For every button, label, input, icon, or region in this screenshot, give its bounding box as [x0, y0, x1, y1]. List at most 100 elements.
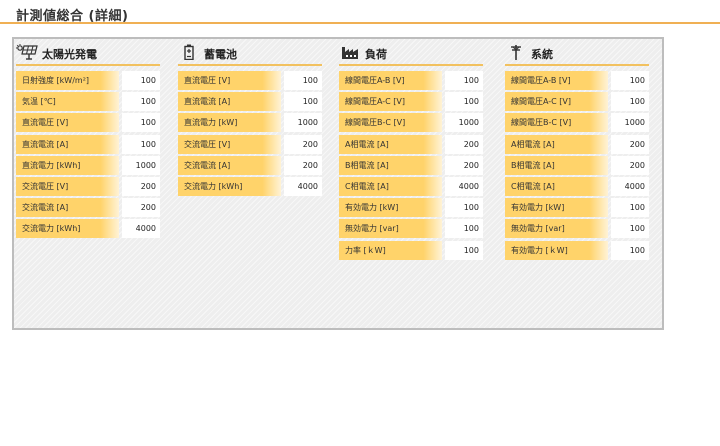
row-label: 有効電力 [kW]	[339, 198, 442, 218]
table-row: A相電流 [A] 200	[505, 134, 649, 154]
row-value: 4000	[445, 176, 483, 196]
row-label: 線間電圧B-C [V]	[505, 113, 608, 133]
table-row: 交流電力 [kWh] 4000	[178, 176, 322, 196]
row-label: 直流電力 [kWh]	[16, 155, 119, 175]
row-label: 有効電力 [ｋW]	[505, 240, 608, 260]
table-row: 直流電圧 [V] 100	[178, 71, 322, 90]
row-value: 200	[122, 176, 160, 196]
section-solar-title: 太陽光発電	[42, 48, 97, 61]
table-row: 交流電力 [kWh] 4000	[16, 219, 160, 239]
table-row: 直流電力 [kWh] 1000	[16, 155, 160, 175]
row-label: 有効電力 [kW]	[505, 198, 608, 218]
table-row: 力率 [ｋW] 100	[339, 240, 483, 260]
table-row: 無効電力 [var] 100	[339, 219, 483, 239]
row-label: 線間電圧A-C [V]	[339, 92, 442, 112]
row-value: 100	[611, 240, 649, 260]
row-value: 200	[284, 134, 322, 154]
section-battery-header: 蓄電池	[178, 42, 322, 66]
row-value: 1000	[445, 113, 483, 133]
row-label: 線間電圧A-B [V]	[339, 71, 442, 90]
section-solar: 太陽光発電 日射強度 [kW/m²] 100 気温 [℃] 100 直流電圧 [V]…	[16, 42, 160, 241]
row-label: 無効電力 [var]	[505, 219, 608, 239]
table-row: 交流電流 [A] 200	[16, 198, 160, 218]
row-label: A相電流 [A]	[505, 134, 608, 154]
section-grid-title: 系統	[531, 48, 553, 61]
section-load-title: 負荷	[365, 48, 387, 61]
table-row: 有効電力 [kW] 100	[505, 198, 649, 218]
row-label: A相電流 [A]	[339, 134, 442, 154]
section-load-rows: 線間電圧A-B [V] 100 線間電圧A-C [V] 100 線間電圧B-C [V…	[339, 71, 483, 260]
row-label: 交流電流 [A]	[178, 155, 281, 175]
page-header: 計測値総合 (詳細)	[0, 0, 720, 24]
row-value: 100	[122, 71, 160, 90]
table-row: 交流電圧 [V] 200	[178, 134, 322, 154]
row-value: 100	[445, 198, 483, 218]
utility-pole-icon	[505, 44, 527, 60]
table-row: C相電流 [A] 4000	[505, 176, 649, 196]
row-label: 無効電力 [var]	[339, 219, 442, 239]
table-row: 気温 [℃] 100	[16, 92, 160, 112]
table-row: B相電流 [A] 200	[505, 155, 649, 175]
row-value: 100	[284, 71, 322, 90]
row-label: 交流電力 [kWh]	[178, 176, 281, 196]
row-value: 100	[611, 219, 649, 239]
table-row: 直流電圧 [V] 100	[16, 113, 160, 133]
section-solar-header: 太陽光発電	[16, 42, 160, 66]
table-row: A相電流 [A] 200	[339, 134, 483, 154]
row-value: 200	[445, 155, 483, 175]
section-grid-rows: 線間電圧A-B [V] 100 線間電圧A-C [V] 100 線間電圧B-C [V…	[505, 71, 649, 260]
row-label: 直流電流 [A]	[178, 92, 281, 112]
table-row: 線間電圧B-C [V] 1000	[339, 113, 483, 133]
row-value: 100	[611, 71, 649, 90]
table-row: 線間電圧B-C [V] 1000	[505, 113, 649, 133]
section-battery-title: 蓄電池	[204, 48, 237, 61]
row-value: 200	[611, 155, 649, 175]
row-label: 交流電圧 [V]	[16, 176, 119, 196]
row-value: 100	[122, 113, 160, 133]
row-label: 気温 [℃]	[16, 92, 119, 112]
table-row: 無効電力 [var] 100	[505, 219, 649, 239]
row-label: B相電流 [A]	[505, 155, 608, 175]
row-value: 4000	[611, 176, 649, 196]
row-value: 200	[284, 155, 322, 175]
row-value: 100	[284, 92, 322, 112]
row-value: 200	[445, 134, 483, 154]
table-row: 日射強度 [kW/m²] 100	[16, 71, 160, 90]
row-value: 4000	[122, 219, 160, 239]
row-value: 100	[611, 92, 649, 112]
battery-icon	[178, 44, 200, 60]
row-value: 1000	[284, 113, 322, 133]
row-value: 100	[445, 71, 483, 90]
section-grid-header: 系統	[505, 42, 649, 66]
row-value: 100	[445, 219, 483, 239]
row-label: 線間電圧A-C [V]	[505, 92, 608, 112]
row-value: 1000	[122, 155, 160, 175]
page-title: 計測値総合 (詳細)	[16, 9, 129, 24]
row-label: 直流電圧 [V]	[16, 113, 119, 133]
row-value: 200	[122, 198, 160, 218]
row-label: 直流電流 [A]	[16, 134, 119, 154]
table-row: 直流電流 [A] 100	[178, 92, 322, 112]
row-value: 1000	[611, 113, 649, 133]
row-label: 線間電圧B-C [V]	[339, 113, 442, 133]
row-value: 4000	[284, 176, 322, 196]
row-value: 100	[445, 240, 483, 260]
row-value: 100	[122, 92, 160, 112]
row-label: 力率 [ｋW]	[339, 240, 442, 260]
factory-icon	[339, 44, 361, 60]
row-label: C相電流 [A]	[505, 176, 608, 196]
section-battery-rows: 直流電圧 [V] 100 直流電流 [A] 100 直流電力 [kW] 1000 交流…	[178, 71, 322, 196]
table-row: 交流電流 [A] 200	[178, 155, 322, 175]
row-value: 100	[122, 134, 160, 154]
row-label: 交流電流 [A]	[16, 198, 119, 218]
table-row: 有効電力 [ｋW] 100	[505, 240, 649, 260]
table-row: 線間電圧A-B [V] 100	[505, 71, 649, 90]
table-row: 直流電流 [A] 100	[16, 134, 160, 154]
table-row: C相電流 [A] 4000	[339, 176, 483, 196]
table-row: 交流電圧 [V] 200	[16, 176, 160, 196]
row-label: 交流電圧 [V]	[178, 134, 281, 154]
section-load: 負荷 線間電圧A-B [V] 100 線間電圧A-C [V] 100 線間電圧B-C…	[339, 42, 483, 262]
row-label: 線間電圧A-B [V]	[505, 71, 608, 90]
section-grid: 系統 線間電圧A-B [V] 100 線間電圧A-C [V] 100 線間電圧B-C…	[505, 42, 649, 262]
row-value: 100	[445, 92, 483, 112]
